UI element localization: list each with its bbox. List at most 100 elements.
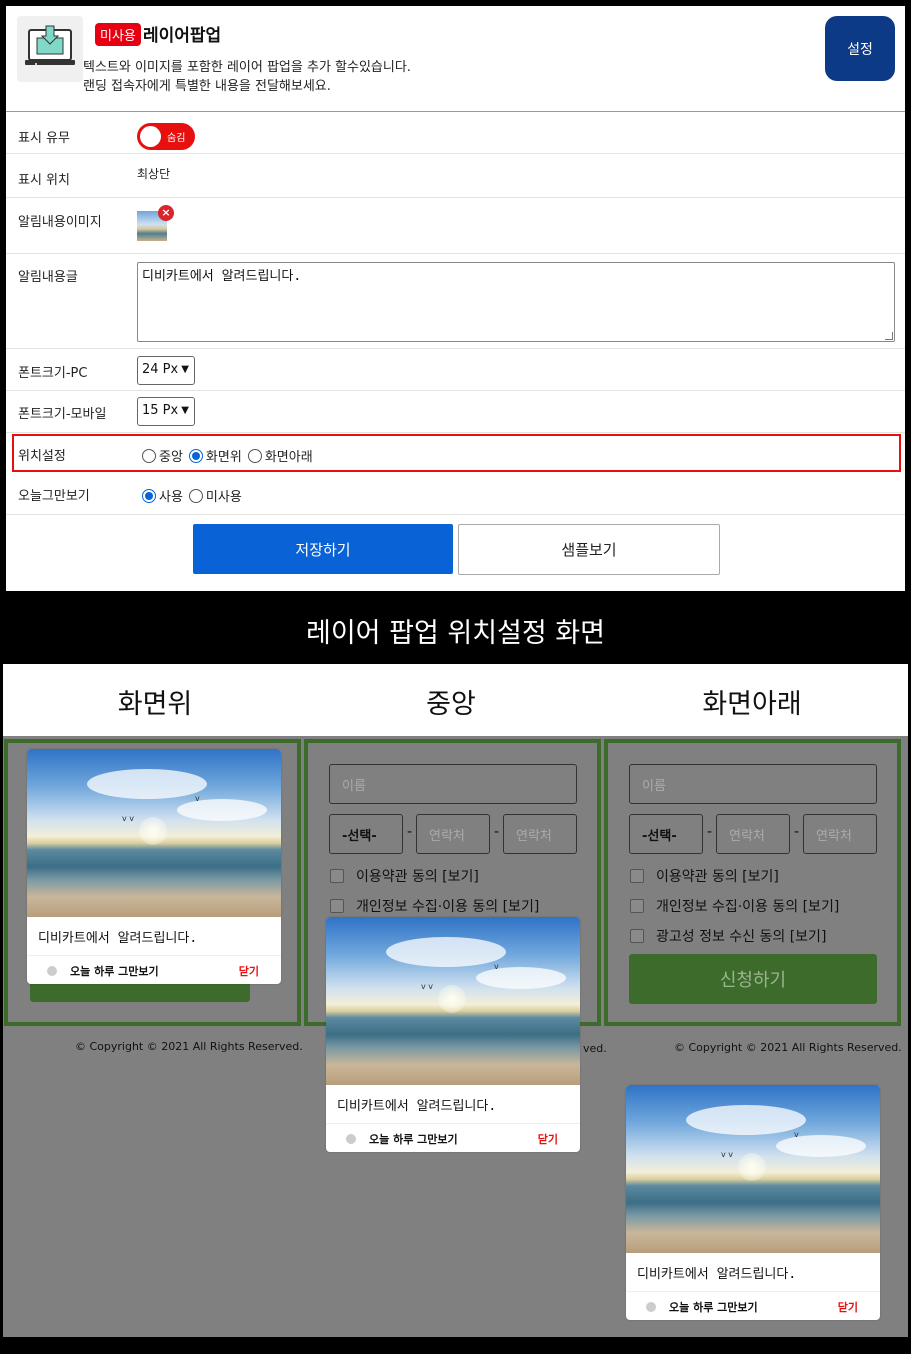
resize-grip-icon[interactable] [885,332,893,340]
content-row: 알림내용글 디비카트에서 알려드립니다. [6,255,905,349]
popup-text: 디비카트에서 알려드립니다. [38,931,198,946]
cloud [476,967,566,989]
copyright-partial: ved. [583,1042,607,1055]
privacy-check: 개인정보 수집·이용 동의 [보기] [330,896,539,916]
sample-button[interactable]: 샘플보기 [458,524,720,575]
position-show-row: 표시 위치 최상단 [6,155,905,198]
radio-unuse[interactable] [188,488,203,503]
beach-image: v v v [626,1085,880,1253]
name-input: 이름 [629,764,877,804]
bird: v v [721,1150,734,1159]
sun [738,1153,766,1181]
checkbox [330,869,344,883]
layer-popup-center: v v v 디비카트에서 알려드립니다. 오늘 하루 그만보기 닫기 [326,917,580,1152]
position-preview: 화면위 중앙 화면아래 © Copyright © 2021 All Right… [3,664,908,1337]
radio-unuse-label: 미사용 [205,490,242,505]
font-mobile-row: 폰트크기-모바일 15 Px ▼ [6,392,905,433]
radio-use[interactable] [142,488,156,503]
description-line: 랜딩 접속자에게 특별한 내용을 전달해보세요. [83,79,331,94]
check-label: 개인정보 수집·이용 동의 [보기] [656,899,840,915]
close-link[interactable]: 닫기 [239,963,259,979]
phone-select: -선택- [329,814,403,854]
page-description: 텍스트와 이미지를 포함한 레이어 팝업을 추가 할수있습니다. 랜딩 접속자에… [83,58,411,96]
display-label: 표시 유무 [18,131,70,146]
no-today-link[interactable]: 오늘 하루 그만보기 [369,1131,458,1147]
chevron-down-icon: ▼ [181,405,189,416]
contact-input: 연락처 [716,814,790,854]
close-link[interactable]: 닫기 [838,1299,858,1315]
apply-button: 신청하기 [629,954,877,1004]
bird: v [794,1130,799,1139]
save-button[interactable]: 저장하기 [193,524,453,574]
remove-image-icon[interactable]: × [158,205,174,221]
panel-header: 미사용 레이어팝업 텍스트와 이미지를 포함한 레이어 팝업을 추가 할수있습니… [6,6,905,112]
font-pc-label: 폰트크기-PC [18,366,88,381]
column-title-bottom: 화면아래 [702,689,802,720]
no-today-link[interactable]: 오늘 하루 그만보기 [669,1299,758,1315]
no-today-link[interactable]: 오늘 하루 그만보기 [70,963,159,979]
copyright-text: © Copyright © 2021 All Rights Reserved. [674,1041,902,1054]
bird: v v [421,982,434,991]
settings-button[interactable]: 설정 [825,16,895,81]
dot-icon [346,1134,356,1144]
beach-image: v v v [27,749,281,917]
display-row: 표시 유무 숨김 [6,113,905,154]
font-pc-row: 폰트크기-PC 24 Px ▼ [6,350,905,391]
cloud [386,937,506,967]
sun [139,817,167,845]
today-row: 오늘그만보기 사용 미사용 [6,475,905,515]
font-mobile-value: 15 Px [142,403,179,418]
description-line: 텍스트와 이미지를 포함한 레이어 팝업을 추가 할수있습니다. [83,60,411,75]
check-label: 이용약관 동의 [보기] [356,869,479,885]
display-toggle[interactable]: 숨김 [137,123,195,150]
name-input: 이름 [329,764,577,804]
terms-check: 이용약관 동의 [보기] [330,866,479,886]
layer-popup-bottom: v v v 디비카트에서 알려드립니다. 오늘 하루 그만보기 닫기 [626,1085,880,1320]
status-badge: 미사용 [95,23,141,46]
sun [438,985,466,1013]
checkbox [630,929,644,943]
layer-popup-settings-panel: 미사용 레이어팝업 텍스트와 이미지를 포함한 레이어 팝업을 추가 할수있습니… [6,6,905,591]
contact-input: 연락처 [416,814,490,854]
dash: - [794,824,800,840]
column-title-top: 화면위 [117,689,193,720]
dash: - [494,824,500,840]
cloud [177,799,267,821]
popup-text: 디비카트에서 알려드립니다. [337,1099,497,1114]
bird: v v [122,814,135,823]
today-radio-group: 사용 미사용 [142,486,248,505]
radio-use-label: 사용 [159,490,183,505]
privacy-check: 개인정보 수집·이용 동의 [보기] [630,896,839,916]
beach-image: v v v [326,917,580,1085]
content-label: 알림내용글 [18,270,78,285]
dash: - [707,824,713,840]
check-label: 이용약관 동의 [보기] [656,869,779,885]
copyright-text: © Copyright © 2021 All Rights Reserved. [75,1040,303,1053]
image-row: 알림내용이미지 × [6,199,905,254]
dot-icon [646,1302,656,1312]
content-textarea[interactable]: 디비카트에서 알려드립니다. [137,262,895,342]
font-pc-select[interactable]: 24 Px ▼ [137,356,195,385]
image-label: 알림내용이미지 [18,215,102,230]
terms-check: 이용약관 동의 [보기] [630,866,779,886]
toggle-text: 숨김 [167,133,186,144]
close-link[interactable]: 닫기 [538,1131,558,1147]
marketing-check: 광고성 정보 수신 동의 [보기] [630,926,826,946]
column-title-center: 중앙 [426,689,476,720]
toggle-knob [140,126,161,147]
popup-footer: 오늘 하루 그만보기 닫기 [27,955,281,984]
cloud [776,1135,866,1157]
contact-input: 연락처 [803,814,877,854]
font-mobile-label: 폰트크기-모바일 [18,407,107,422]
chevron-down-icon: ▼ [181,364,189,375]
checkbox [630,899,644,913]
checkbox [630,869,644,883]
page-title: 레이어팝업 [143,26,222,46]
phone-select: -선택- [629,814,703,854]
bird: v [195,794,200,803]
check-label: 개인정보 수집·이용 동의 [보기] [356,899,540,915]
layer-popup-top: v v v 디비카트에서 알려드립니다. 오늘 하루 그만보기 닫기 [27,749,281,984]
font-mobile-select[interactable]: 15 Px ▼ [137,397,195,426]
cloud [686,1105,806,1135]
check-label: 광고성 정보 수신 동의 [보기] [656,929,827,945]
